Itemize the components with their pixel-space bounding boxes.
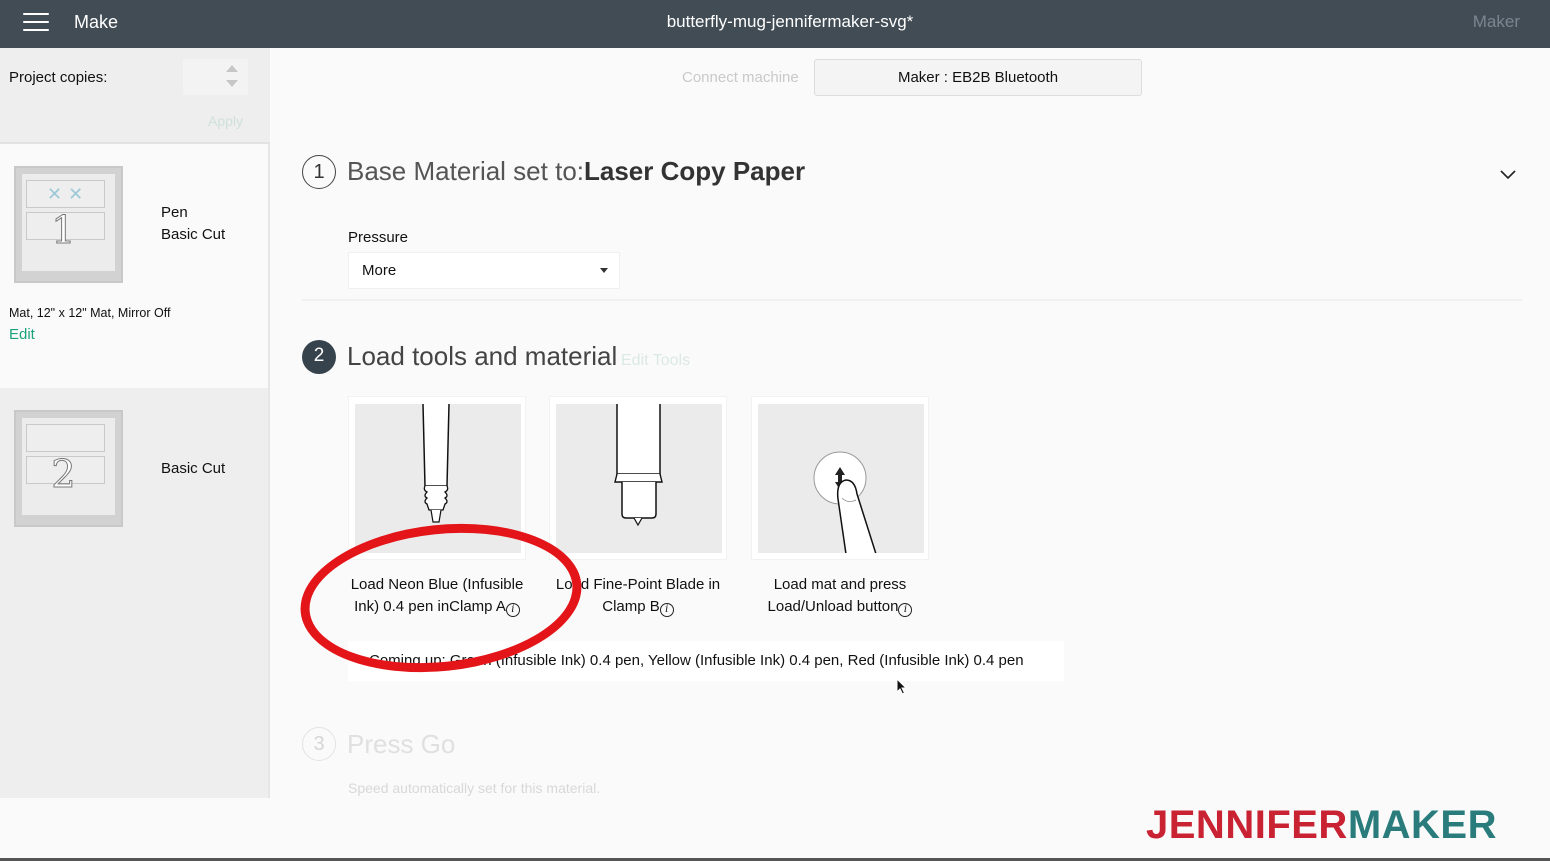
info-icon[interactable]: i [505,603,520,617]
step-title: Load tools and material [347,341,618,371]
mat-operation: Pen [161,204,188,221]
tool-instruction: Load mat and press Load/Unload button i [740,574,940,618]
divider [302,299,1522,301]
mat-info: Mat, 12" x 12" Mat, Mirror Off [9,306,171,320]
tool-instruction-text: Load Neon Blue (Infusible Ink) 0.4 pen i… [350,576,524,615]
step-number-badge: 1 [302,155,336,189]
logo-part-maker: MAKER [1347,803,1497,847]
mat-operation: Basic Cut [161,226,226,243]
mat-number: 2 [51,452,76,497]
mat-item-1[interactable]: ✕✕ 1 Pen Basic Cut Mat, 12" x 12" Mat, M… [0,144,268,388]
mat-number: 1 [51,208,76,253]
apply-button[interactable]: Apply [208,113,243,129]
top-bar: Make butterfly-mug-jennifermaker-svg* Ma… [0,0,1550,48]
project-copies-label: Project copies: [9,69,108,86]
step-title-prefix: Base Material set to: [347,156,584,186]
pen-illustration-icon [422,404,450,523]
machine-label[interactable]: Maker [1473,12,1520,32]
mouse-cursor-icon [896,678,908,695]
stepper-down-icon[interactable] [226,80,238,87]
tool-instruction: Load Fine-Point Blade in Clamp Bi [538,574,738,618]
machine-select-button[interactable]: Maker : EB2B Bluetooth [814,59,1142,96]
info-icon[interactable]: i [659,603,674,617]
coming-up-notice: Coming up: Green (Infusible Ink) 0.4 pen… [348,641,1064,681]
tool-card-blade [549,396,727,560]
project-copies-panel: Project copies: Apply [0,48,270,144]
tool-card-pen [348,396,526,560]
tool-instruction-text: Load mat and press Load/Unload button [767,576,907,615]
step-title: Press Go [347,729,456,759]
tool-instruction: Load Neon Blue (Infusible Ink) 0.4 pen i… [337,574,537,618]
pressure-label: Pressure [348,229,409,246]
stepper-up-icon[interactable] [226,65,238,72]
step-number-badge: 3 [302,727,336,761]
mat-thumbnail[interactable]: 2 [14,410,123,527]
step-title: Base Material set to:Laser Copy Paper [347,156,805,187]
mat-thumbnail[interactable]: ✕✕ 1 [14,166,123,283]
caret-down-icon [600,268,608,273]
logo-part-jennifer: JENNIFER [1146,803,1348,847]
load-button-illustration-icon [813,451,877,553]
mat-operations: Basic Cut [161,458,225,480]
mat-item-2[interactable]: 2 Basic Cut [0,388,268,798]
butterfly-design-icon: ✕✕ [47,184,90,204]
mat-edit-link[interactable]: Edit [9,326,35,343]
project-copies-stepper[interactable] [183,59,248,95]
connect-machine-label[interactable]: Connect machine [682,69,799,86]
chevron-down-icon[interactable] [1500,166,1516,182]
material-name: Laser Copy Paper [584,156,806,186]
speed-note: Speed automatically set for this materia… [348,780,601,796]
tool-card-load-button [751,396,929,560]
step-number-badge: 2 [302,340,336,374]
info-icon[interactable]: i [898,603,913,617]
pressure-value: More [362,262,397,279]
pressure-dropdown[interactable]: More [348,252,620,289]
mat-operation: Basic Cut [161,460,226,477]
main-panel: Connect machine Maker : EB2B Bluetooth 1… [272,48,1550,861]
blade-illustration-icon [614,404,663,527]
mat-operations: Pen Basic Cut [161,202,225,246]
tool-instruction-text: Load Fine-Point Blade in Clamp B [555,576,721,615]
document-title: butterfly-mug-jennifermaker-svg* [666,12,914,31]
sidebar-footer [0,798,270,861]
jennifermaker-logo: JENNIFERMAKER [1146,803,1497,848]
edit-tools-link[interactable]: Edit Tools [621,352,690,370]
mat-sidebar: Project copies: Apply ✕✕ 1 Pen Basic Cut… [0,48,270,798]
